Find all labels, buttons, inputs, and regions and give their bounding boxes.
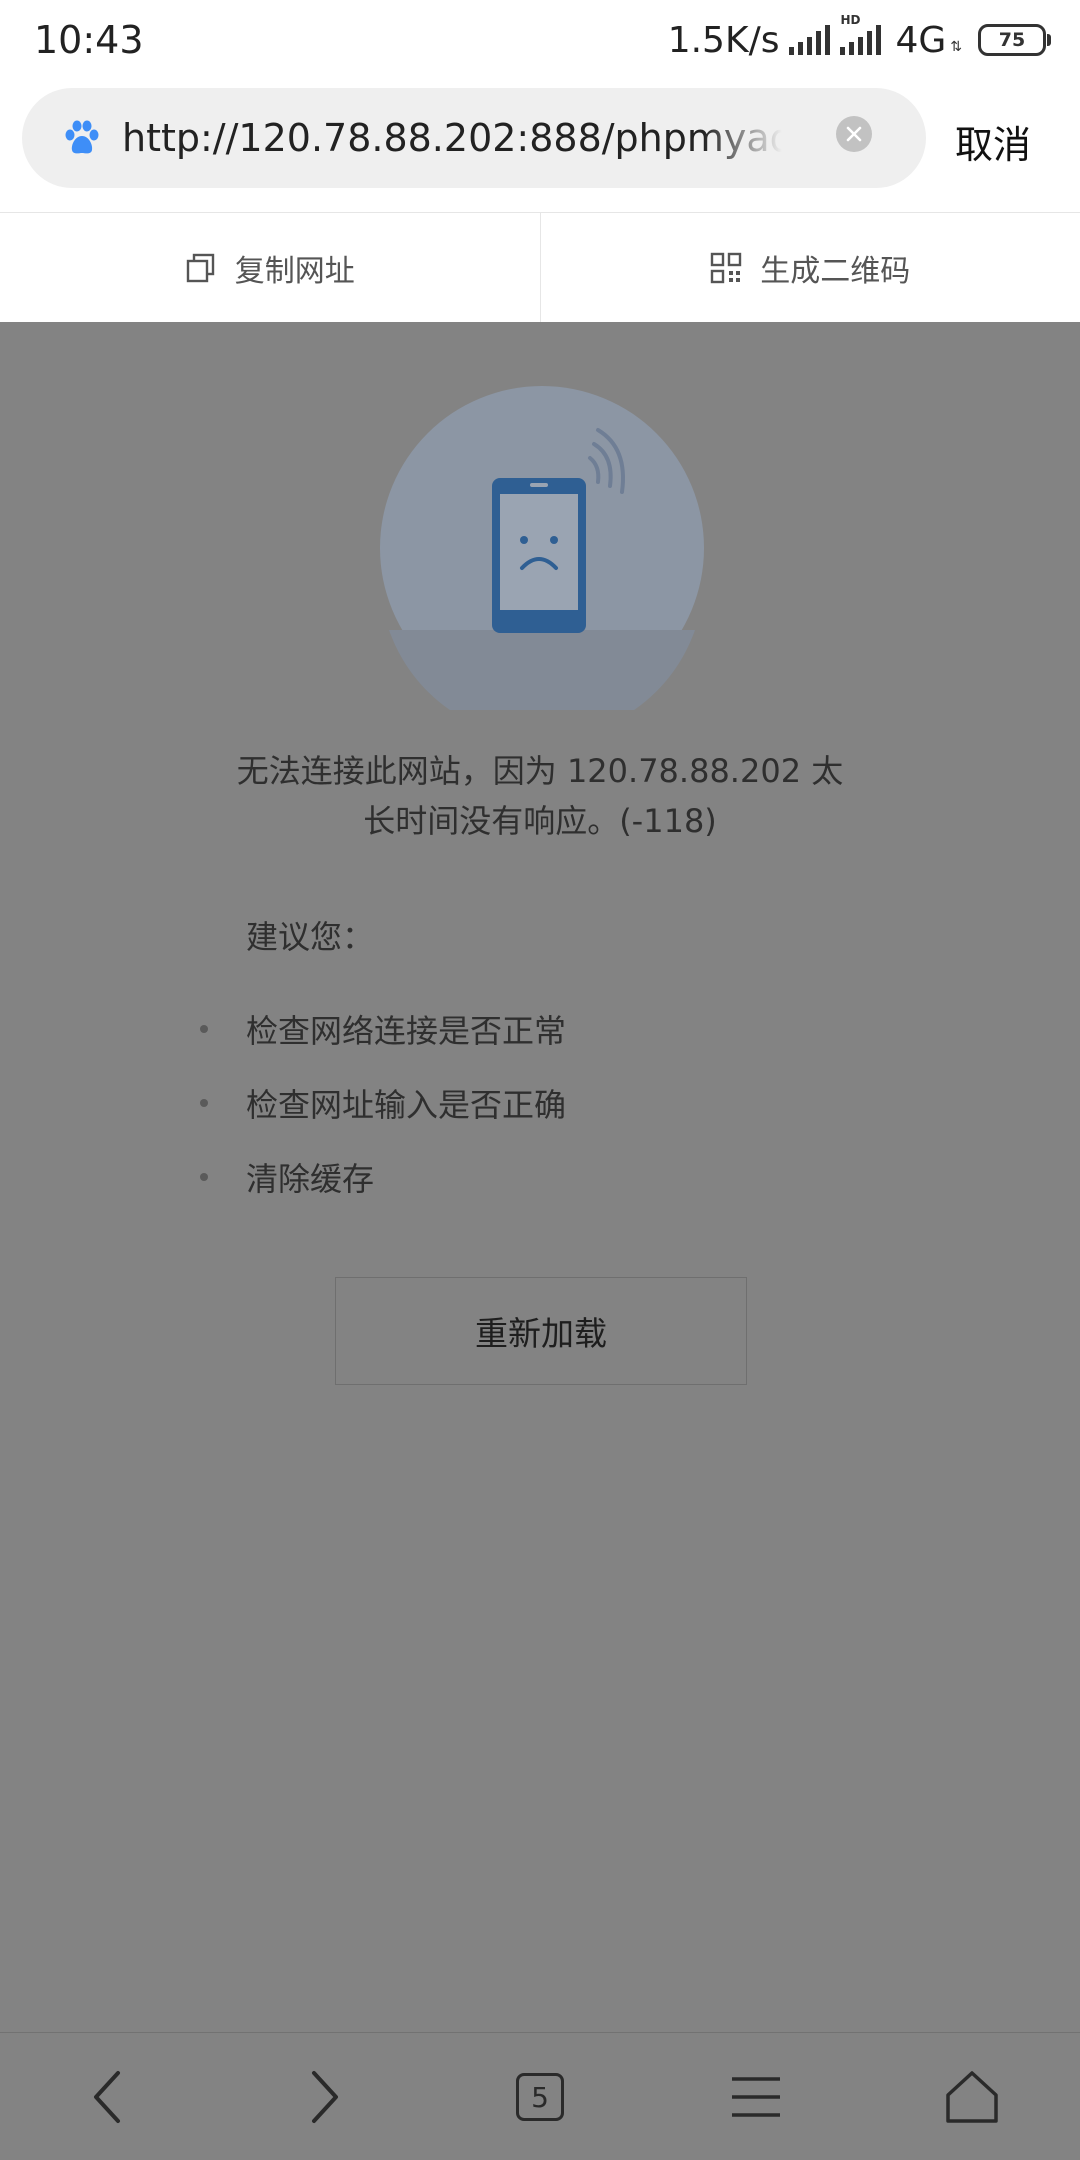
error-content: 无法连接此网站，因为 120.78.88.202 太 长时间没有响应。(-118… xyxy=(0,322,1080,2032)
list-item: 清除缓存 xyxy=(200,1140,566,1214)
copy-url-label: 复制网址 xyxy=(234,254,355,289)
suggestion-text: 清除缓存 xyxy=(246,1160,375,1198)
tabs-button[interactable]: 5 xyxy=(490,2047,590,2147)
status-indicators: 1.5K/s HD 4G ⇅ 75 xyxy=(667,13,1051,61)
status-time: 10:43 xyxy=(34,18,144,62)
bottom-toolbar: 5 xyxy=(0,2032,1080,2160)
home-button[interactable] xyxy=(922,2047,1022,2147)
hd-label: HD xyxy=(840,13,861,27)
url-text: http://120.78.88.202:888/phpmyadmin_ xyxy=(122,116,782,160)
list-item: 检查网络连接是否正常 xyxy=(200,992,566,1066)
generate-qr-button[interactable]: 生成二维码 xyxy=(539,213,1080,323)
url-input[interactable]: http://120.78.88.202:888/phpmyadmin_ xyxy=(22,88,926,188)
paw-icon xyxy=(65,120,99,154)
address-bar-row: http://120.78.88.202:888/phpmyadmin_ 取消 xyxy=(0,80,1080,212)
clear-url-button[interactable] xyxy=(836,116,872,152)
cancel-button[interactable]: 取消 xyxy=(955,114,1031,169)
bullet-icon xyxy=(200,1025,208,1033)
suggestions-list: 检查网络连接是否正常 检查网址输入是否正确 清除缓存 xyxy=(200,992,566,1214)
clear-icon xyxy=(846,126,862,142)
error-message-line1: 无法连接此网站，因为 120.78.88.202 太 xyxy=(236,752,844,790)
signal-hd-icon: HD xyxy=(840,13,882,55)
menu-icon xyxy=(732,2077,780,2117)
error-message-line2: 长时间没有响应。(-118) xyxy=(363,802,717,840)
forward-button[interactable] xyxy=(274,2047,374,2147)
bullet-icon xyxy=(200,1173,208,1181)
data-arrows-icon: ⇅ xyxy=(950,39,962,55)
suggestions-title: 建议您： xyxy=(246,918,375,956)
back-icon xyxy=(94,2071,120,2123)
copy-url-button[interactable]: 复制网址 xyxy=(0,213,540,323)
browser-page: 10:43 1.5K/s HD 4G ⇅ 75 http://120.78.88… xyxy=(0,0,1080,2160)
suggestion-text: 检查网址输入是否正确 xyxy=(246,1086,567,1124)
bullet-icon xyxy=(200,1099,208,1107)
generate-qr-label: 生成二维码 xyxy=(760,254,911,289)
qr-code-icon xyxy=(711,252,742,284)
battery-icon: 75 xyxy=(978,24,1051,56)
forward-icon xyxy=(312,2071,338,2123)
suggestion-text: 检查网络连接是否正常 xyxy=(246,1012,567,1050)
network-type: 4G xyxy=(895,19,947,61)
copy-icon xyxy=(186,253,214,283)
error-message: 无法连接此网站，因为 120.78.88.202 太 长时间没有响应。(-118… xyxy=(210,746,870,846)
network-speed: 1.5K/s xyxy=(667,19,780,61)
reload-button[interactable]: 重新加载 xyxy=(335,1277,747,1385)
back-button[interactable] xyxy=(58,2047,158,2147)
home-icon xyxy=(946,2071,998,2123)
list-item: 检查网址输入是否正确 xyxy=(200,1066,566,1140)
tabs-icon: 5 xyxy=(516,2073,564,2121)
signal-icon xyxy=(789,25,831,55)
sad-phone-icon xyxy=(380,386,704,710)
status-bar: 10:43 1.5K/s HD 4G ⇅ 75 xyxy=(0,0,1080,80)
battery-level: 75 xyxy=(998,29,1026,51)
url-actions: 复制网址 生成二维码 xyxy=(0,212,1080,323)
tab-count: 5 xyxy=(531,2080,549,2114)
menu-button[interactable] xyxy=(706,2047,806,2147)
